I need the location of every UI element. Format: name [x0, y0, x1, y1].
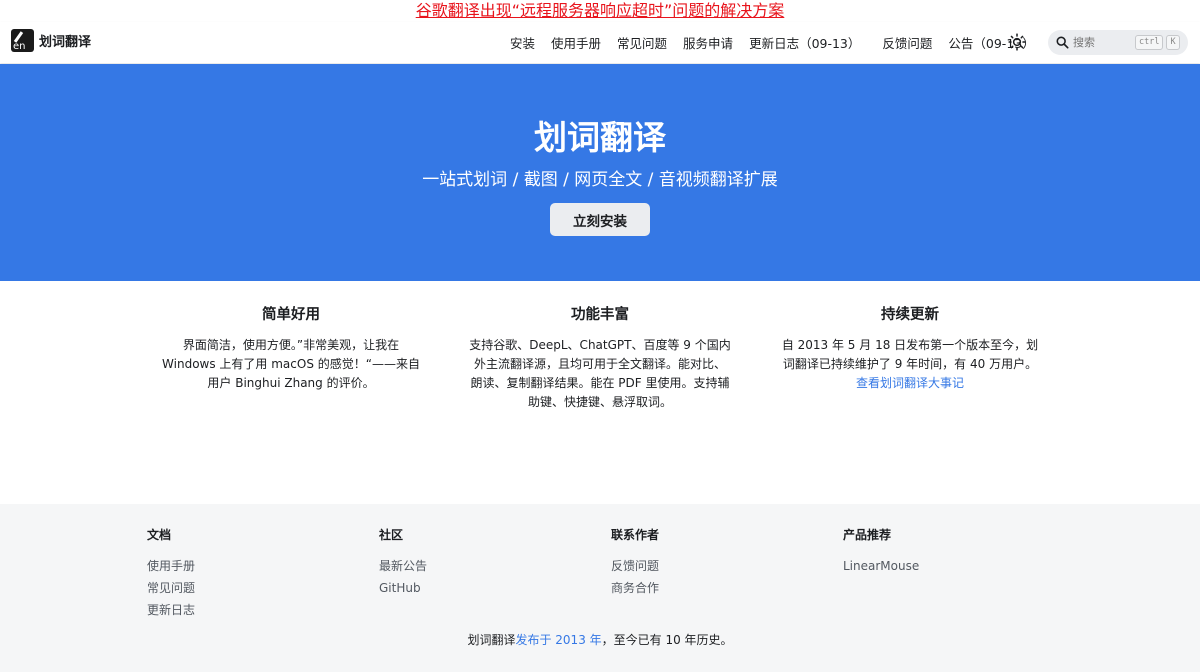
search-icon	[1056, 36, 1069, 49]
footer-link-faq[interactable]: 常见问题	[147, 577, 195, 599]
footer-link-linearmouse[interactable]: LinearMouse	[843, 555, 919, 577]
feature-title: 持续更新	[881, 307, 939, 323]
sun-icon	[1008, 33, 1026, 51]
search-box[interactable]: ctrl K	[1048, 30, 1188, 55]
search-input[interactable]	[1073, 36, 1135, 49]
footer-col-title: 产品推荐	[843, 528, 892, 542]
hero-title: 划词翻译	[534, 118, 666, 157]
install-now-button[interactable]: 立刻安装	[550, 203, 650, 236]
feature-desc: 自 2013 年 5 月 18 日发布第一个版本至今，划词翻译已持续维护了 9 …	[779, 336, 1041, 393]
nav-item-manual[interactable]: 使用手册	[551, 33, 601, 52]
feature-simple: 简单好用 界面简洁，使用方便。”非常美观，让我在 Windows 上有了用 ma…	[160, 303, 422, 393]
footer-link-feedback[interactable]: 反馈问题	[611, 555, 659, 577]
footer-link-business[interactable]: 商务合作	[611, 577, 659, 599]
footer-col-contact: 联系作者 反馈问题 商务合作	[611, 526, 659, 599]
footer-col-products: 产品推荐 LinearMouse	[843, 526, 919, 577]
brand-title: 划词翻译	[39, 35, 92, 50]
navbar: en 划词翻译 安装 使用手册 常见问题 服务申请 更新日志（09-13） 反馈…	[0, 22, 1200, 63]
footer-col-community: 社区 最新公告 GitHub	[379, 526, 427, 599]
footer-link-changelog[interactable]: 更新日志	[147, 599, 195, 621]
brand-logo-text: en	[13, 41, 26, 52]
brand[interactable]: en 划词翻译	[11, 29, 91, 52]
footer-col-title: 联系作者	[611, 528, 660, 542]
release-year-link[interactable]: 发布于 2013 年	[515, 633, 601, 647]
footer-link-github[interactable]: GitHub	[379, 577, 427, 599]
footer-col-docs: 文档 使用手册 常见问题 更新日志	[147, 526, 195, 621]
footer-link-manual[interactable]: 使用手册	[147, 555, 195, 577]
nav-menu: 安装 使用手册 常见问题 服务申请 更新日志（09-13） 反馈问题 公告（09…	[510, 22, 1051, 63]
feature-desc-text: 自 2013 年 5 月 18 日发布第一个版本至今，划词翻译已持续维护了 9 …	[781, 338, 1039, 371]
brand-logo-icon: en	[11, 29, 34, 52]
theme-toggle-button[interactable]	[1006, 31, 1028, 53]
feature-rich: 功能丰富 支持谷歌、DeepL、ChatGPT、百度等 9 个国内外主流翻译源，…	[469, 303, 731, 412]
milestones-link[interactable]: 查看划词翻译大事记	[856, 376, 964, 390]
copyright: 划词翻译发布于 2013 年，至今已有 10 年历史。	[0, 631, 1200, 648]
feature-title: 功能丰富	[571, 307, 629, 323]
footer-col-title: 文档	[147, 528, 172, 542]
nav-item-changelog[interactable]: 更新日志（09-13）	[749, 33, 860, 52]
feature-desc: 界面简洁，使用方便。”非常美观，让我在 Windows 上有了用 macOS 的…	[162, 338, 420, 390]
features-section: 简单好用 界面简洁，使用方便。”非常美观，让我在 Windows 上有了用 ma…	[0, 281, 1200, 504]
footer: 文档 使用手册 常见问题 更新日志 社区 最新公告 GitHub 联系作者 反馈…	[0, 504, 1200, 672]
kbd-k: K	[1166, 35, 1180, 50]
announcement-link[interactable]: 谷歌翻译出现“远程服务器响应超时”问题的解决方案	[416, 1, 785, 20]
footer-link-announcements[interactable]: 最新公告	[379, 555, 427, 577]
feature-title: 简单好用	[262, 307, 320, 323]
nav-item-install[interactable]: 安装	[510, 33, 535, 52]
nav-item-service[interactable]: 服务申请	[683, 33, 733, 52]
announcement-banner: 谷歌翻译出现“远程服务器响应超时”问题的解决方案	[0, 0, 1200, 22]
hero-banner: 划词翻译 一站式划词 / 截图 / 网页全文 / 音视频翻译扩展 立刻安装	[0, 64, 1200, 281]
nav-item-feedback[interactable]: 反馈问题	[882, 33, 932, 52]
kbd-ctrl: ctrl	[1135, 35, 1164, 50]
footer-col-title: 社区	[379, 528, 404, 542]
copyright-prefix: 划词翻译	[467, 633, 516, 647]
hero-subtitle: 一站式划词 / 截图 / 网页全文 / 音视频翻译扩展	[422, 170, 778, 190]
feature-desc: 支持谷歌、DeepL、ChatGPT、百度等 9 个国内外主流翻译源，且均可用于…	[469, 338, 731, 409]
copyright-suffix: ，至今已有 10 年历史。	[601, 633, 733, 647]
nav-item-faq[interactable]: 常见问题	[617, 33, 667, 52]
feature-updates: 持续更新 自 2013 年 5 月 18 日发布第一个版本至今，划词翻译已持续维…	[779, 303, 1041, 393]
